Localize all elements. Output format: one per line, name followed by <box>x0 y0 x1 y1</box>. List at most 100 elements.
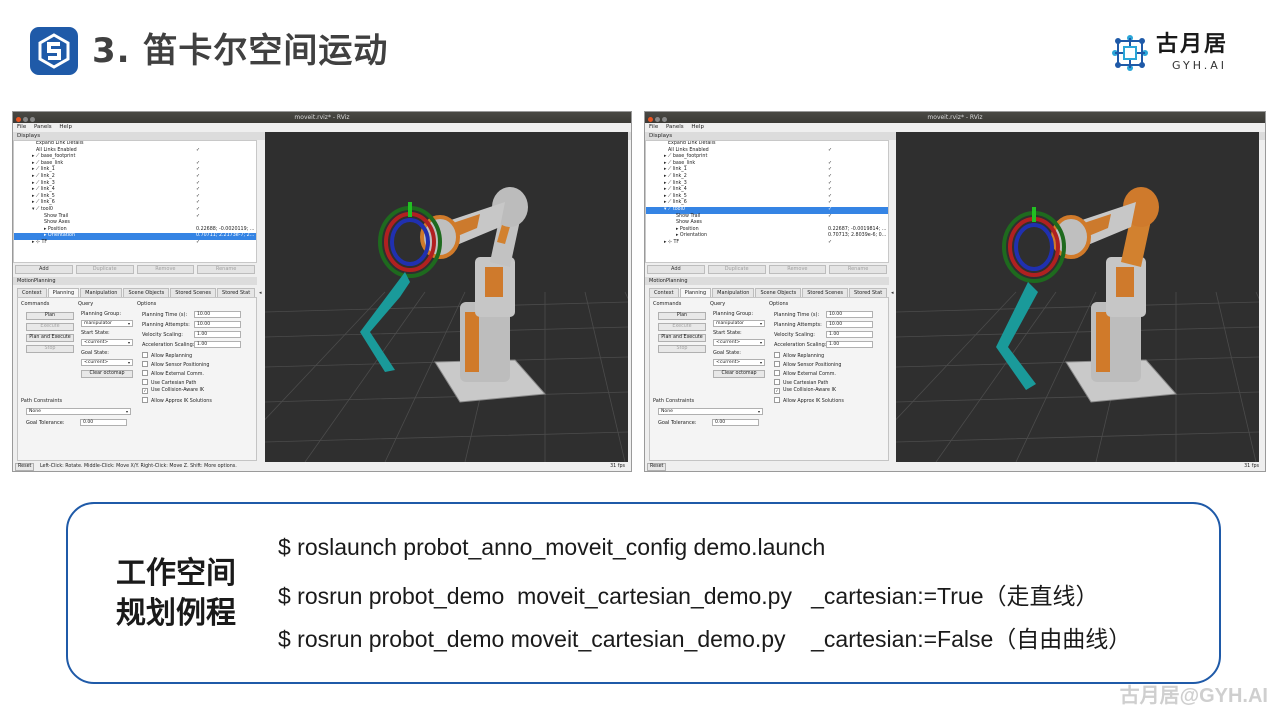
remove-button[interactable]: Remove <box>136 265 195 274</box>
tree-row-value[interactable]: ✓ <box>196 207 200 214</box>
menu-help[interactable]: Help <box>59 124 72 130</box>
plan-button[interactable]: Plan <box>658 312 706 320</box>
start-state-select[interactable]: <current> <box>81 339 133 346</box>
allow-approx-ik-checkbox[interactable]: Allow Approx IK Solutions <box>774 397 844 404</box>
tree-row-value[interactable]: 0.70711; 2.2173e-7; 2... <box>196 233 254 240</box>
allow-approx-ik-checkbox[interactable]: Allow Approx IK Solutions <box>142 397 212 404</box>
tree-row[interactable]: ▸ ⟋ link_6 ✓ <box>14 200 256 207</box>
acceleration-scaling-input[interactable]: 1.00 <box>826 341 873 348</box>
tree-row-value[interactable]: ✓ <box>828 187 832 194</box>
tree-row-value[interactable]: ✓ <box>828 240 832 247</box>
goal-state-select[interactable]: <current> <box>713 359 765 366</box>
tab-planning[interactable]: Planning <box>679 288 712 297</box>
plan-button[interactable]: Plan <box>26 312 74 320</box>
tree-row-value[interactable]: ✓ <box>196 174 200 181</box>
tree-row[interactable]: ▸ ⊹ TF ✓ <box>14 240 256 247</box>
stop-button[interactable]: Stop <box>26 345 74 353</box>
displays-tree[interactable]: Expand Link Details All Links Enabled ✓ ▸ ⟋… <box>13 140 257 263</box>
add-button[interactable]: Add <box>15 265 73 274</box>
tab-scene-objects[interactable]: Scene Objects <box>123 288 170 297</box>
stop-button[interactable]: Stop <box>658 345 706 353</box>
window-controls[interactable] <box>16 115 37 126</box>
rename-button[interactable]: Rename <box>829 265 887 274</box>
duplicate-button[interactable]: Duplicate <box>707 265 766 274</box>
goal-tolerance-input[interactable]: 0.00 <box>80 419 127 426</box>
tree-row[interactable]: ▸ ⊹ TF ✓ <box>646 240 888 247</box>
tree-row[interactable]: ▸ ⟋ link_1 ✓ <box>14 167 256 174</box>
tree-row-value[interactable]: ✓ <box>196 167 200 174</box>
path-constraints-select[interactable]: None <box>658 408 763 415</box>
goal-state-select[interactable]: <current> <box>81 359 133 366</box>
allow-external-comm-checkbox[interactable]: Allow External Comm. <box>774 370 836 377</box>
tree-row-value[interactable]: ✓ <box>196 214 200 221</box>
tab-scene-objects[interactable]: Scene Objects <box>755 288 802 297</box>
acceleration-scaling-input[interactable]: 1.00 <box>194 341 241 348</box>
start-state-select[interactable]: <current> <box>713 339 765 346</box>
tree-row-value[interactable]: 0.70713; 2.8039e-6; 0... <box>828 233 886 240</box>
duplicate-button[interactable]: Duplicate <box>75 265 134 274</box>
tree-row[interactable]: ▸ ⟋ base_footprint <box>14 154 256 161</box>
tab-planning[interactable]: Planning <box>47 288 80 297</box>
plan-and-execute-button[interactable]: Plan and Execute <box>658 334 706 342</box>
allow-sensor-positioning-checkbox[interactable]: Allow Sensor Positioning <box>142 361 209 368</box>
tab-stored-scenes[interactable]: Stored Scenes <box>802 288 849 297</box>
planning-group-select[interactable]: manipulator <box>713 320 765 327</box>
tree-row-value[interactable]: ✓ <box>196 187 200 194</box>
tab-manipulation[interactable]: Manipulation <box>712 288 755 297</box>
3d-viewport[interactable] <box>896 132 1259 462</box>
tree-row[interactable]: Expand Link Details <box>14 141 256 148</box>
tab-context[interactable]: Context <box>17 288 47 297</box>
tree-row[interactable]: ▸ ⟋ link_2 ✓ <box>14 174 256 181</box>
tab-manipulation[interactable]: Manipulation <box>80 288 123 297</box>
execute-button[interactable]: Execute <box>26 323 74 331</box>
menu-help[interactable]: Help <box>691 124 704 130</box>
planning-attempts-input[interactable]: 10.00 <box>194 321 241 328</box>
window-controls[interactable] <box>648 115 669 126</box>
rename-button[interactable]: Rename <box>197 265 255 274</box>
tree-row-value[interactable]: ✓ <box>828 181 832 188</box>
tree-row-value[interactable]: ✓ <box>828 167 832 174</box>
use-collision-aware-ik-checkbox[interactable]: Use Collision-Aware IK <box>774 388 836 394</box>
tree-row[interactable]: ▾ ⟋ tool0 ✓ <box>646 206 888 214</box>
tree-row[interactable]: ▸ ⟋ link_2 ✓ <box>646 174 888 181</box>
tree-row-value[interactable]: ✓ <box>196 148 200 155</box>
tree-row-value[interactable]: ✓ <box>828 174 832 181</box>
allow-external-comm-checkbox[interactable]: Allow External Comm. <box>142 370 204 377</box>
add-button[interactable]: Add <box>647 265 705 274</box>
use-collision-aware-ik-checkbox[interactable]: Use Collision-Aware IK <box>142 388 204 394</box>
path-constraints-select[interactable]: None <box>26 408 131 415</box>
reset-button[interactable]: Reset <box>15 463 35 471</box>
tab-stored-states[interactable]: Stored Stat <box>217 288 256 297</box>
tree-row-value[interactable]: ✓ <box>828 207 832 214</box>
displays-tree[interactable]: Expand Link Details All Links Enabled ✓ ▸ ⟋… <box>645 140 889 263</box>
tree-row-value[interactable]: ✓ <box>828 148 832 155</box>
tree-row[interactable]: ▸ ⟋ link_4 ✓ <box>646 187 888 194</box>
plan-and-execute-button[interactable]: Plan and Execute <box>26 334 74 342</box>
tree-row[interactable]: ▸ ⟋ link_6 ✓ <box>646 200 888 207</box>
tree-row[interactable]: Show Axes <box>646 220 888 227</box>
tree-row-value[interactable]: ✓ <box>828 194 832 201</box>
goal-tolerance-input[interactable]: 0.00 <box>712 419 759 426</box>
tree-row-value[interactable]: ✓ <box>196 181 200 188</box>
planning-group-select[interactable]: manipulator <box>81 320 133 327</box>
allow-replanning-checkbox[interactable]: Allow Replanning <box>142 352 192 359</box>
allow-sensor-positioning-checkbox[interactable]: Allow Sensor Positioning <box>774 361 841 368</box>
3d-viewport[interactable] <box>265 132 628 462</box>
use-cartesian-path-checkbox[interactable]: Use Cartesian Path <box>142 379 196 386</box>
clear-octomap-button[interactable]: Clear octomap <box>81 370 133 378</box>
tree-row-value[interactable]: ✓ <box>196 240 200 247</box>
remove-button[interactable]: Remove <box>768 265 827 274</box>
tree-row-value[interactable]: ✓ <box>828 214 832 221</box>
tree-row[interactable]: Show Axes <box>14 220 256 227</box>
tree-row[interactable]: ▸ ⟋ link_4 ✓ <box>14 187 256 194</box>
tree-row[interactable]: ▸ Orientation 0.70711; 2.2173e-7; 2... <box>14 233 256 240</box>
tree-row[interactable]: ▾ ⟋ tool0 ✓ <box>14 207 256 214</box>
tree-row-value[interactable]: ✓ <box>196 200 200 207</box>
clear-octomap-button[interactable]: Clear octomap <box>713 370 765 378</box>
tree-row[interactable]: Expand Link Details <box>646 141 888 148</box>
tree-row-value[interactable]: ✓ <box>828 161 832 168</box>
tree-row[interactable]: ▸ ⟋ base_footprint <box>646 154 888 161</box>
tree-row-value[interactable]: ✓ <box>196 194 200 201</box>
tab-context[interactable]: Context <box>649 288 679 297</box>
reset-button[interactable]: Reset <box>647 463 667 471</box>
